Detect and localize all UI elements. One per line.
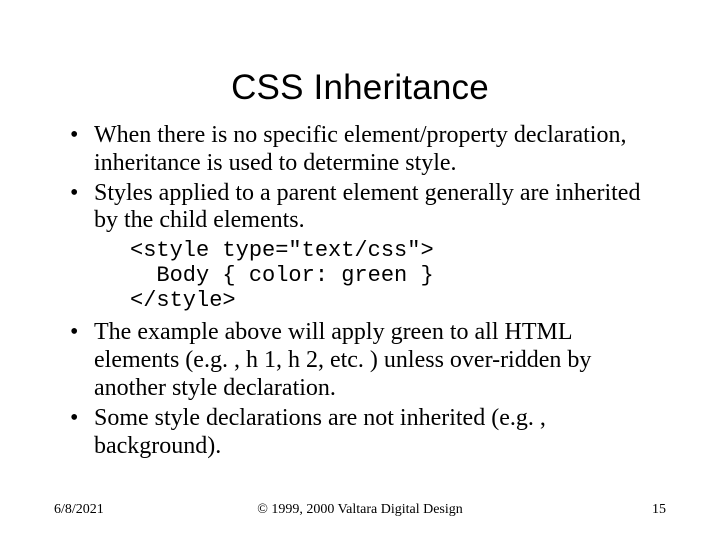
slide-title: CSS Inheritance — [54, 68, 666, 108]
footer-copyright: © 1999, 2000 Valtara Digital Design — [54, 502, 666, 518]
bullet-item: When there is no specific element/proper… — [70, 122, 654, 178]
bullet-item: The example above will apply green to al… — [70, 319, 654, 402]
bullet-list-2: The example above will apply green to al… — [54, 319, 666, 460]
footer-page-number: 15 — [652, 502, 666, 518]
slide: CSS Inheritance When there is no specifi… — [0, 0, 720, 540]
bullet-item: Styles applied to a parent element gener… — [70, 180, 654, 236]
bullet-list-1: When there is no specific element/proper… — [54, 122, 666, 235]
code-block: <style type="text/css"> Body { color: gr… — [130, 239, 666, 313]
bullet-item: Some style declarations are not inherite… — [70, 405, 654, 461]
